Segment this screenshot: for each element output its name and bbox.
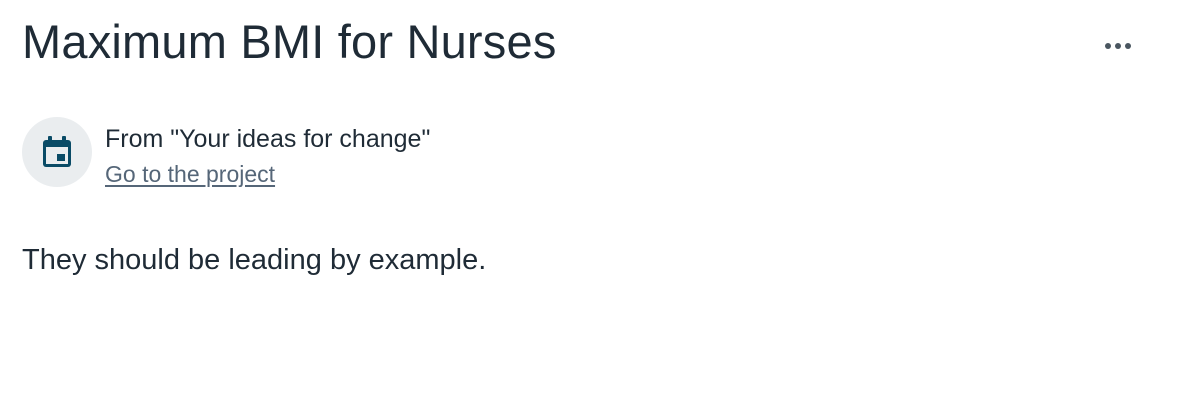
project-source: From "Your ideas for change" Go to the p… — [22, 117, 430, 188]
project-avatar — [22, 117, 92, 187]
more-options-button[interactable] — [1098, 30, 1138, 62]
more-options-icon-dot — [1125, 43, 1131, 49]
calendar-icon — [43, 136, 71, 167]
go-to-project-link[interactable]: Go to the project — [105, 160, 275, 188]
post-body: They should be leading by example. — [22, 244, 487, 276]
more-options-icon-dot — [1115, 43, 1121, 49]
page-title: Maximum BMI for Nurses — [22, 15, 557, 68]
more-options-icon — [1105, 43, 1111, 49]
from-project-label: From "Your ideas for change" — [105, 125, 431, 153]
project-source-text: From "Your ideas for change" Go to the p… — [105, 117, 430, 188]
